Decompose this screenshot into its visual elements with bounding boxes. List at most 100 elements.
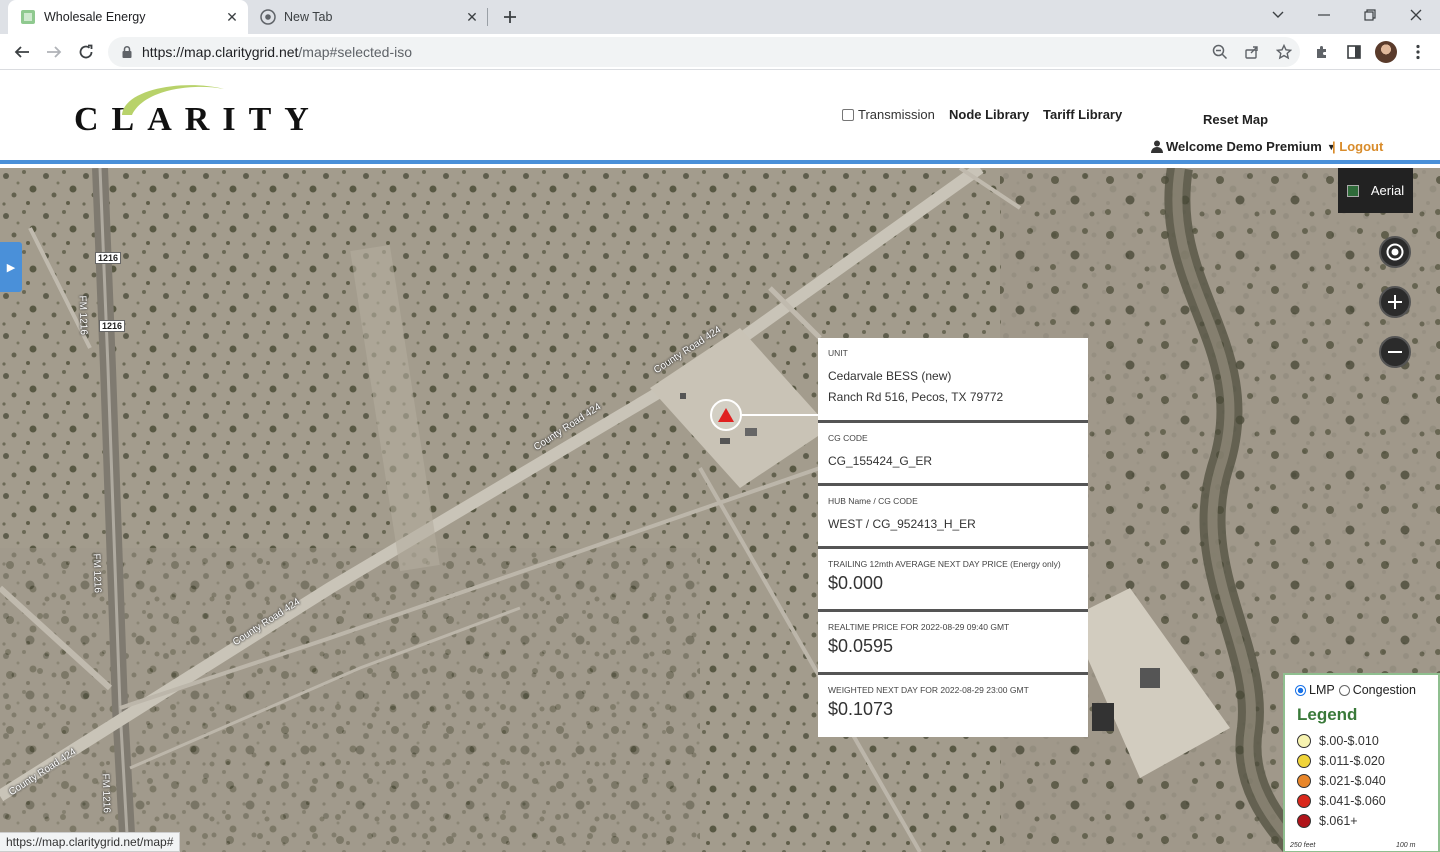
browser-toolbar: https://map.claritygrid.net/map#selected… xyxy=(0,34,1440,70)
congestion-radio[interactable] xyxy=(1338,684,1350,696)
realtime-price-label: REALTIME PRICE FOR 2022-08-29 09:40 GMT xyxy=(828,622,1010,632)
legend-title: Legend xyxy=(1297,705,1358,724)
zoom-out-button[interactable] xyxy=(1379,336,1411,368)
profile-button[interactable] xyxy=(1372,38,1400,66)
weighted-price-value: $0.1073 xyxy=(828,699,894,719)
legend-item: $.011-$.020 xyxy=(1297,753,1428,768)
new-tab-button[interactable] xyxy=(498,5,522,29)
tab-wholesale-energy[interactable]: Wholesale Energy ✕ xyxy=(8,0,248,34)
trailing-price-value: $0.000 xyxy=(828,573,884,593)
legend-item-label: $.021-$.040 xyxy=(1319,773,1386,788)
logout-link[interactable]: | Logout xyxy=(1332,139,1383,154)
legend-item-label: $.011-$.020 xyxy=(1319,753,1385,768)
user-icon xyxy=(1151,140,1163,153)
unit-label: UNIT xyxy=(828,348,848,358)
tab-title: Wholesale Energy xyxy=(44,10,146,24)
realtime-price-value: $0.0595 xyxy=(828,636,894,656)
reload-button[interactable] xyxy=(72,38,100,66)
unit-marker[interactable] xyxy=(710,399,742,431)
browser-tab-bar: Wholesale Energy ✕ New Tab ✕ xyxy=(0,0,1440,34)
legend-items: $.00-$.010 $.011-$.020 $.021-$.040 $.041-$.… xyxy=(1295,733,1428,828)
chrome-icon xyxy=(260,9,276,25)
minimize-icon xyxy=(1318,14,1330,16)
unit-card: UNIT Cedarvale BESS (new) Ranch Rd 516, … xyxy=(818,338,1088,423)
close-window-button[interactable] xyxy=(1393,0,1439,30)
puzzle-icon xyxy=(1317,46,1326,58)
trailing-price-label: TRAILING 12mth AVERAGE NEXT DAY PRICE (E… xyxy=(828,559,1061,569)
locate-button[interactable] xyxy=(1379,236,1411,268)
restore-icon xyxy=(1364,9,1376,21)
tab-new-tab[interactable]: New Tab ✕ xyxy=(248,0,488,34)
clarity-logo[interactable]: CLARITY xyxy=(74,79,344,139)
sidebar-toggle-button[interactable]: ▶ xyxy=(0,242,22,292)
share-button[interactable] xyxy=(1236,38,1268,66)
tab-search-button[interactable] xyxy=(1255,0,1301,30)
legend-mode-selector: LMP Congestion xyxy=(1295,683,1428,697)
logo-text: CLARITY xyxy=(74,101,322,138)
bookmark-button[interactable] xyxy=(1268,38,1300,66)
transmission-checkbox[interactable] xyxy=(842,108,854,121)
side-panel-icon xyxy=(1347,45,1361,59)
hub-label: HUB Name / CG CODE xyxy=(828,496,918,506)
transmission-toggle[interactable]: Transmission xyxy=(842,107,935,122)
lmp-label: LMP xyxy=(1309,683,1335,697)
address-bar[interactable]: https://map.claritygrid.net/map#selected… xyxy=(108,37,1300,67)
plus-icon xyxy=(1388,295,1402,309)
chevron-down-icon xyxy=(1272,11,1284,18)
zoom-button[interactable] xyxy=(1204,38,1236,66)
forward-button[interactable] xyxy=(40,38,68,66)
realtime-price-card: REALTIME PRICE FOR 2022-08-29 09:40 GMT … xyxy=(818,612,1088,675)
legend-swatch xyxy=(1297,753,1311,768)
transmission-label: Transmission xyxy=(858,107,935,122)
price-legend: LMP Congestion Legend $.00-$.010 $.011-$.… xyxy=(1283,673,1440,852)
weighted-price-label: WEIGHTED NEXT DAY FOR 2022-08-29 23:00 G… xyxy=(828,685,1029,695)
legend-item: $.041-$.060 xyxy=(1297,793,1428,808)
legend-item-label: $.00-$.010 xyxy=(1319,733,1379,748)
restore-button[interactable] xyxy=(1347,0,1393,30)
node-library-link[interactable]: Node Library xyxy=(949,107,1029,122)
scale-meters: 100 m xyxy=(1396,842,1416,849)
road-shield: 1216 xyxy=(99,320,126,332)
reload-icon xyxy=(79,44,93,59)
map-view[interactable]: County Road 424 County Road 424 County R… xyxy=(0,168,1440,852)
unit-address: Ranch Rd 516, Pecos, TX 79772 xyxy=(828,390,1004,404)
aerial-layer-button[interactable]: Aerial xyxy=(1338,168,1413,213)
road-shield: 1216 xyxy=(95,252,122,264)
side-panel-button[interactable] xyxy=(1340,38,1368,66)
cg-code-value: CG_155424_G_ER xyxy=(828,454,933,468)
aerial-imagery xyxy=(0,168,1440,852)
legend-item: $.021-$.040 xyxy=(1297,773,1428,788)
trailing-price-card: TRAILING 12mth AVERAGE NEXT DAY PRICE (E… xyxy=(818,549,1088,612)
more-vert-icon xyxy=(1416,44,1420,60)
avatar xyxy=(1375,41,1397,63)
lmp-radio[interactable] xyxy=(1295,684,1306,696)
user-menu[interactable]: Welcome Demo Premium ▼ xyxy=(1151,139,1336,154)
legend-item-label: $.041-$.060 xyxy=(1319,793,1386,808)
close-tab-icon[interactable]: ✕ xyxy=(462,7,482,27)
warning-triangle-icon xyxy=(718,408,734,422)
browser-menu-button[interactable] xyxy=(1404,38,1432,66)
reset-map-link[interactable]: Reset Map xyxy=(1203,112,1268,127)
unit-info-panel: UNIT Cedarvale BESS (new) Ranch Rd 516, … xyxy=(818,338,1088,737)
road-label: FM 1216 xyxy=(99,773,112,814)
road-label: FM 1216 xyxy=(90,553,103,594)
lock-icon xyxy=(122,45,132,58)
zoom-in-button[interactable] xyxy=(1379,286,1411,318)
welcome-text: Welcome Demo Premium xyxy=(1166,139,1322,154)
chevron-right-icon: ▶ xyxy=(6,261,16,274)
marker-leader-line xyxy=(742,414,818,416)
back-button[interactable] xyxy=(8,38,36,66)
legend-swatch xyxy=(1297,793,1311,808)
minimize-button[interactable] xyxy=(1301,0,1347,30)
cg-code-label: CG CODE xyxy=(828,433,868,443)
hub-card: HUB Name / CG CODE WEST / CG_952413_H_ER xyxy=(818,486,1088,549)
zoom-out-icon xyxy=(1212,44,1228,60)
plus-icon xyxy=(504,11,516,23)
aerial-label: Aerial xyxy=(1370,183,1405,198)
weighted-price-card: WEIGHTED NEXT DAY FOR 2022-08-29 23:00 G… xyxy=(818,675,1088,737)
close-tab-icon[interactable]: ✕ xyxy=(222,7,242,27)
tariff-library-link[interactable]: Tariff Library xyxy=(1043,107,1122,122)
extensions-button[interactable] xyxy=(1308,38,1336,66)
status-bar-url: https://map.claritygrid.net/map# xyxy=(0,832,181,852)
road-label: FM 1216 xyxy=(76,295,89,336)
